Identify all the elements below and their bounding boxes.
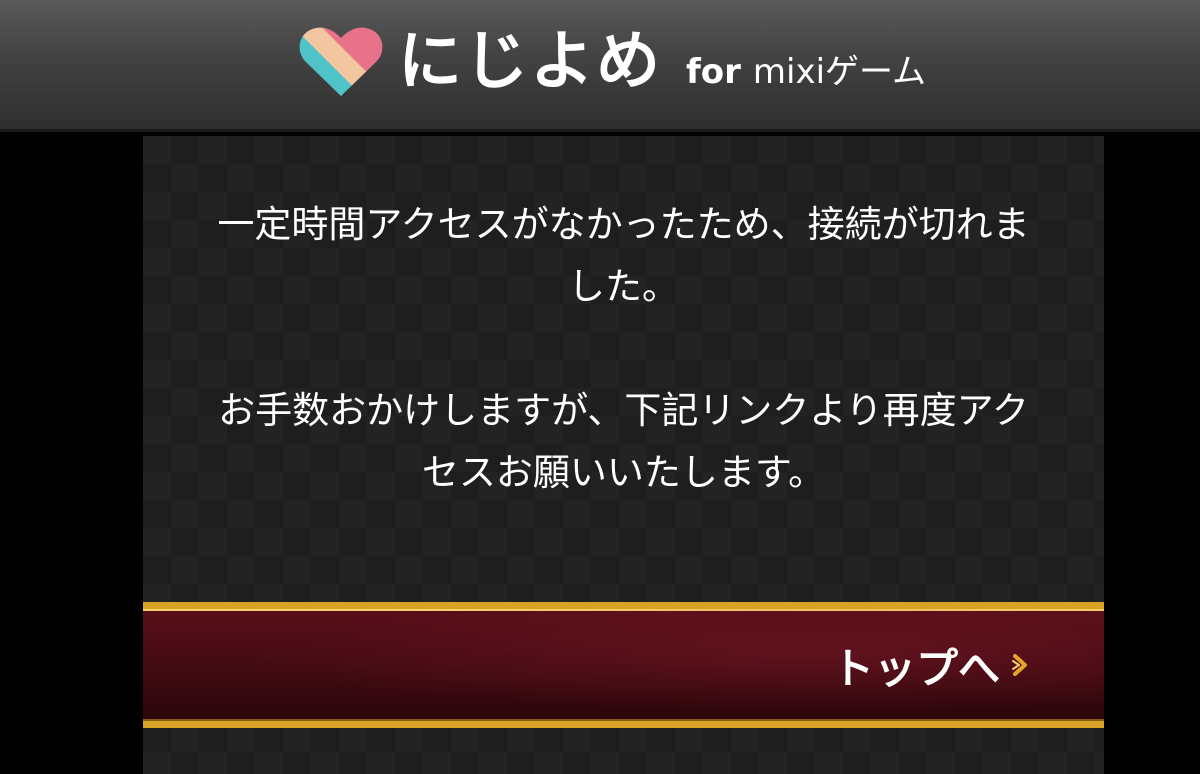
retry-message-line-1: お手数おかけしますが、下記リンクより再度アク (218, 389, 1029, 432)
brand-logo[interactable]: にじよめ for mixiゲーム (298, 22, 926, 102)
timeout-message-line-1: 一定時間アクセスがなかったため、接続が切れま (217, 203, 1030, 246)
top-link-label: トップへ (831, 643, 1000, 693)
heart-logo-icon (299, 27, 383, 97)
chevron-right-icon (1012, 654, 1027, 676)
logo-text: にじよめ (398, 25, 662, 99)
retry-message-line-2: セスお願いいたします。 (421, 451, 826, 494)
logo-service: mixiゲーム (752, 52, 927, 92)
retry-message: お手数おかけしますが、下記リンクより再度アク セスお願いいたします。 (143, 380, 1104, 504)
timeout-message-line-2: した。 (568, 265, 679, 308)
header: にじよめ for mixiゲーム (0, 0, 1200, 132)
page: にじよめ for mixiゲーム 一定時間アクセスがなかったため、接続が切れま … (0, 0, 1200, 774)
logo-for: for (686, 52, 741, 92)
top-link[interactable]: トップへ (832, 609, 1030, 721)
top-link-bar[interactable]: トップへ (143, 602, 1104, 728)
main-content: 一定時間アクセスがなかったため、接続が切れま した。 お手数おかけしますが、下記… (143, 136, 1104, 774)
logo-subtitle: for mixiゲーム (686, 55, 926, 89)
timeout-message: 一定時間アクセスがなかったため、接続が切れま した。 (143, 194, 1104, 318)
